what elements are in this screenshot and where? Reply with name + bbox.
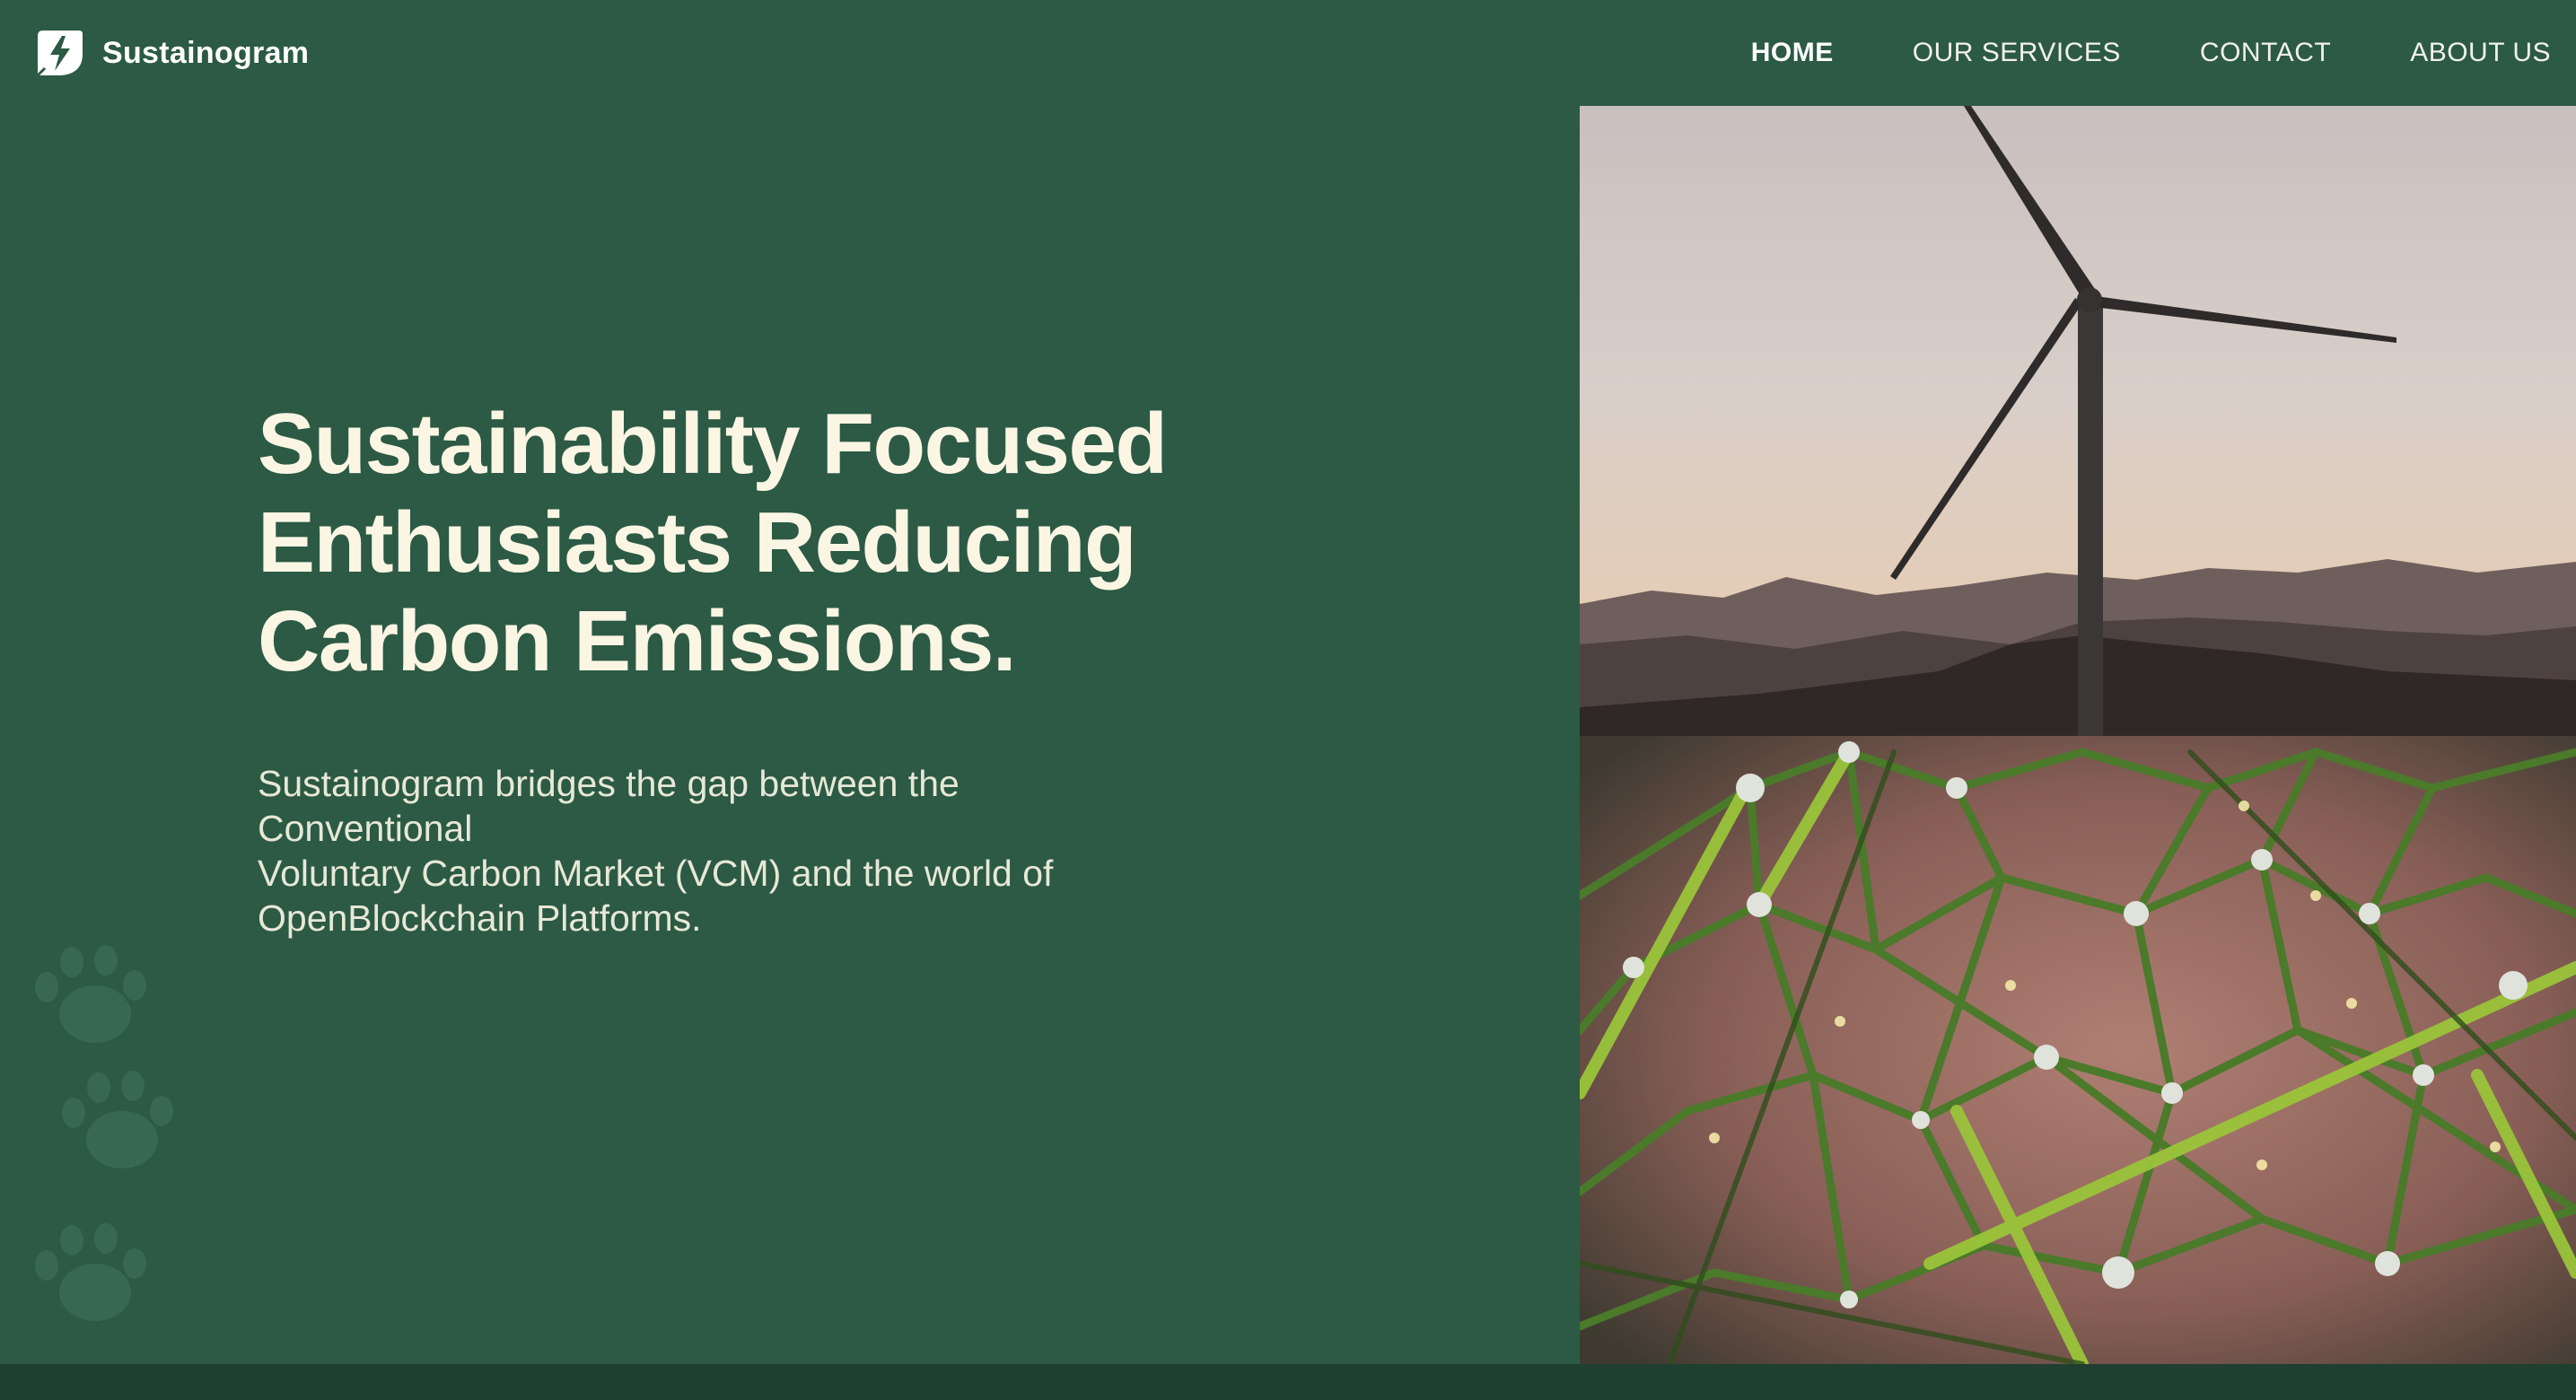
brand[interactable]: Sustainogram xyxy=(34,27,309,79)
hero-title: Sustainability Focused Enthusiasts Reduc… xyxy=(258,395,1424,691)
paw-decoration xyxy=(35,945,173,1321)
green-rope-network-photo xyxy=(1580,736,2576,1364)
paw-print-icon xyxy=(62,1071,173,1168)
hero-description-line: Sustainogram bridges the gap between the xyxy=(258,763,959,804)
nav-our-services[interactable]: OUR SERVICES xyxy=(1913,38,2121,68)
paw-print-icon xyxy=(35,1223,146,1321)
brand-name: Sustainogram xyxy=(102,35,310,70)
hero-title-line: Enthusiasts Reducing xyxy=(258,494,1137,591)
hero-title-line: Sustainability Focused xyxy=(258,396,1168,492)
nav-contact[interactable]: CONTACT xyxy=(2200,38,2331,68)
paw-print-icon xyxy=(35,945,146,1043)
site-header: Sustainogram HOME OUR SERVICES CONTACT A… xyxy=(0,0,2576,106)
hero-description-line: Voluntary Carbon Market (VCM) and the wo… xyxy=(258,853,1054,894)
hero-description-line: Conventional xyxy=(258,808,473,849)
hero-description: Sustainogram bridges the gap between the… xyxy=(258,761,1119,941)
main-nav: HOME OUR SERVICES CONTACT ABOUT US xyxy=(1672,38,2551,68)
wind-turbine-photo xyxy=(1580,106,2576,736)
nav-home[interactable]: HOME xyxy=(1751,38,1834,68)
hero-title-line: Carbon Emissions. xyxy=(258,593,1017,689)
hero-description-line: OpenBlockchain Platforms. xyxy=(258,897,702,939)
nav-about-us[interactable]: ABOUT US xyxy=(2410,38,2551,68)
hero-visual xyxy=(1580,106,2576,1364)
leaf-bolt-logo-icon xyxy=(36,31,83,77)
footer-strip xyxy=(0,1364,2576,1400)
